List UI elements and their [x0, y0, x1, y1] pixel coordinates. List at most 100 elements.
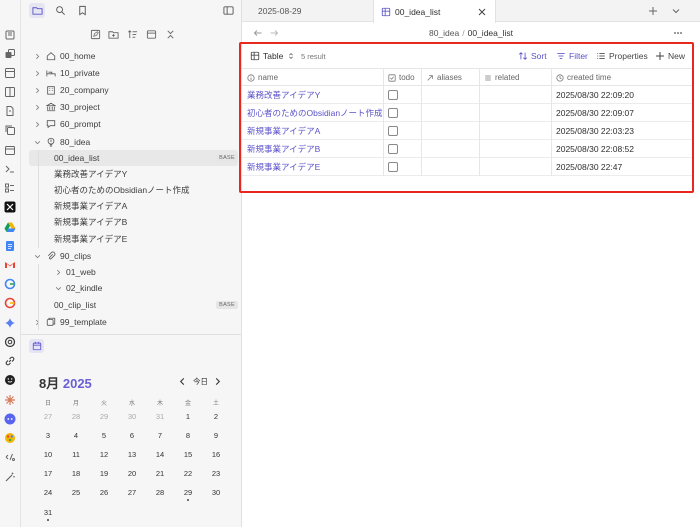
folder-item[interactable]: 20_company: [29, 82, 238, 98]
more-options-button[interactable]: [672, 27, 684, 39]
copy-icon[interactable]: [3, 123, 17, 137]
folder-item[interactable]: 90_clips: [29, 248, 238, 264]
chevron-right-icon[interactable]: [33, 69, 42, 78]
calendar-day[interactable]: 6: [118, 431, 146, 440]
x-brand-icon[interactable]: [3, 200, 17, 214]
breadcrumb-parent[interactable]: 80_idea: [429, 28, 459, 38]
calendar-day[interactable]: 2: [202, 412, 230, 421]
files-icon[interactable]: [3, 28, 17, 42]
pages-icon[interactable]: [3, 104, 17, 118]
calendar-day[interactable]: 27: [34, 412, 62, 421]
file-item[interactable]: 新規事業アイデアB: [29, 214, 238, 230]
chevron-right-icon[interactable]: [33, 103, 42, 112]
folder-item[interactable]: 80_idea: [29, 134, 238, 150]
folder-item[interactable]: 10_private: [29, 65, 238, 81]
calendar-day[interactable]: 15: [174, 450, 202, 459]
percent-icon[interactable]: [3, 450, 17, 464]
calendar-day[interactable]: 23: [202, 469, 230, 478]
calendar-day[interactable]: 30: [202, 488, 230, 497]
calendar-day[interactable]: 31: [34, 508, 62, 517]
calendar-day[interactable]: 29: [90, 412, 118, 421]
tab-2025-08-29[interactable]: 2025-08-29: [258, 0, 373, 22]
auto-reveal-button[interactable]: [144, 27, 158, 41]
calendar-day[interactable]: 30: [118, 412, 146, 421]
calendar-day[interactable]: 26: [90, 488, 118, 497]
list-icon[interactable]: [3, 181, 17, 195]
claude-icon[interactable]: [3, 393, 17, 407]
calendar-day[interactable]: 29: [174, 488, 202, 497]
new-tab-button[interactable]: [646, 4, 660, 18]
folder-item[interactable]: 30_project: [29, 99, 238, 115]
openai-icon[interactable]: [3, 335, 17, 349]
calendar-day[interactable]: 4: [62, 431, 90, 440]
calendar-day[interactable]: 21: [146, 469, 174, 478]
calendar-day[interactable]: 14: [146, 450, 174, 459]
sort-button[interactable]: [125, 27, 139, 41]
palette-icon[interactable]: [3, 431, 17, 445]
gmail-icon[interactable]: [3, 258, 17, 272]
folder-item[interactable]: 60_prompt: [29, 116, 238, 132]
calendar-day[interactable]: 5: [90, 431, 118, 440]
calendar-day[interactable]: 25: [62, 488, 90, 497]
folder-item[interactable]: 02_kindle: [29, 280, 238, 296]
file-item[interactable]: 新規事業アイデアA: [29, 198, 238, 214]
chevron-right-icon[interactable]: [33, 120, 42, 129]
drive-icon[interactable]: [3, 220, 17, 234]
wand-icon[interactable]: [3, 470, 17, 484]
calendar-day[interactable]: 13: [118, 450, 146, 459]
tab-00-idea-list[interactable]: 00_idea_list: [373, 0, 496, 23]
calendar-day[interactable]: 28: [146, 488, 174, 497]
calendar-day[interactable]: 1: [174, 412, 202, 421]
calendar-day[interactable]: 10: [34, 450, 62, 459]
calendar-next-button[interactable]: [213, 375, 222, 387]
breadcrumb-current[interactable]: 00_idea_list: [468, 28, 513, 38]
calendar-day[interactable]: 11: [62, 450, 90, 459]
calendar-day[interactable]: 22: [174, 469, 202, 478]
calendar-day[interactable]: 19: [90, 469, 118, 478]
chevron-right-icon[interactable]: [33, 86, 42, 95]
calendar-day[interactable]: 28: [62, 412, 90, 421]
folder-item[interactable]: 99_template: [29, 314, 238, 330]
calendar-tab[interactable]: [29, 339, 44, 353]
tab-list-button[interactable]: [669, 4, 683, 18]
bookmarks-tab[interactable]: [74, 3, 90, 18]
gemini-icon[interactable]: [3, 316, 17, 330]
chevron-down-icon[interactable]: [33, 252, 42, 261]
new-note-button[interactable]: [88, 27, 102, 41]
calendar-day[interactable]: 18: [62, 469, 90, 478]
chevron-down-icon[interactable]: [54, 284, 63, 293]
calendar-icon[interactable]: [3, 143, 17, 157]
toggle-sidebar-button[interactable]: [220, 3, 236, 18]
chevron-right-icon[interactable]: [54, 268, 63, 277]
file-item[interactable]: 00_idea_list BASE: [29, 150, 238, 166]
calendar-day[interactable]: 24: [34, 488, 62, 497]
close-tab-icon[interactable]: [477, 7, 487, 17]
gdocs-icon[interactable]: [3, 239, 17, 253]
google-alt-icon[interactable]: [3, 296, 17, 310]
cards-icon[interactable]: [3, 47, 17, 61]
link-icon[interactable]: [3, 354, 17, 368]
calendar-day[interactable]: 7: [146, 431, 174, 440]
calendar-day[interactable]: 12: [90, 450, 118, 459]
terminal-icon[interactable]: [3, 162, 17, 176]
layout-icon[interactable]: [3, 66, 17, 80]
calendar-day[interactable]: 9: [202, 431, 230, 440]
search-tab[interactable]: [52, 3, 68, 18]
calendar-day[interactable]: 16: [202, 450, 230, 459]
smile-icon[interactable]: [3, 373, 17, 387]
file-item[interactable]: 初心者のためのObsidianノート作成: [29, 182, 238, 198]
calendar-day[interactable]: 27: [118, 488, 146, 497]
file-item[interactable]: 新規事業アイデアE: [29, 231, 238, 247]
folder-item[interactable]: 01_web: [29, 264, 238, 280]
discord-icon[interactable]: [3, 412, 17, 426]
chevron-down-icon[interactable]: [33, 138, 42, 147]
calendar-today-button[interactable]: 今日: [193, 375, 208, 387]
google-icon[interactable]: [3, 277, 17, 291]
calendar-day[interactable]: 8: [174, 431, 202, 440]
calendar-day[interactable]: 3: [34, 431, 62, 440]
folder-item[interactable]: 00_home: [29, 48, 238, 64]
collapse-all-button[interactable]: [163, 27, 177, 41]
file-item[interactable]: 00_clip_list BASE: [29, 297, 238, 313]
file-item[interactable]: 業務改善アイデアY: [29, 166, 238, 182]
file-explorer-tab[interactable]: [29, 3, 45, 18]
